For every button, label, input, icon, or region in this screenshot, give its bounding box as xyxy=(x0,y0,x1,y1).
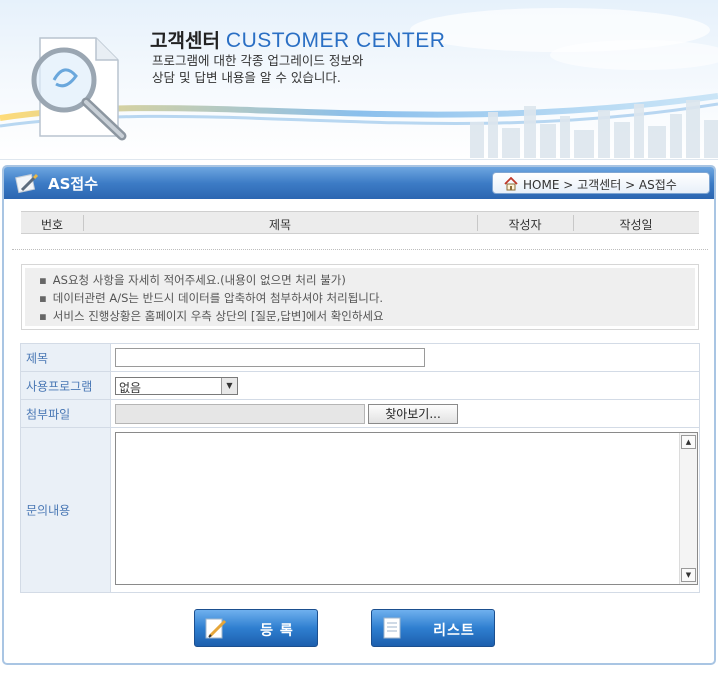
scroll-up-arrow-icon[interactable]: ▲ xyxy=(681,435,696,449)
dotted-divider xyxy=(12,249,708,250)
content-textarea[interactable]: ▲ ▼ xyxy=(115,432,698,585)
attachment-path-field[interactable] xyxy=(115,404,365,424)
title-label: 제목 xyxy=(21,344,111,371)
form-row-title: 제목 xyxy=(21,344,699,372)
browse-button[interactable]: 찾아보기... xyxy=(368,404,458,424)
banner-title: 고객센터 CUSTOMER CENTER xyxy=(150,26,445,53)
content-label: 문의내용 xyxy=(21,428,111,592)
home-icon[interactable] xyxy=(503,177,519,191)
program-select-value: 없음 xyxy=(119,381,142,395)
notice-item: 서비스 진행상황은 홈페이지 우측 상단의 [질문,답변]에서 확인하세요 xyxy=(39,307,695,325)
attachment-label: 첨부파일 xyxy=(21,400,111,427)
as-request-panel: AS접수 HOME > 고객센터 > AS접수 번호 제목 작성자 작성일 AS… xyxy=(2,165,716,665)
panel-title: AS접수 xyxy=(48,175,99,193)
list-button[interactable]: 리스트 xyxy=(371,609,495,647)
breadcrumb: HOME > 고객센터 > AS접수 xyxy=(492,172,710,194)
register-button[interactable]: 등 록 xyxy=(194,609,318,647)
form-row-program: 사용프로그램 없음 ▼ xyxy=(21,372,699,400)
scroll-down-arrow-icon[interactable]: ▼ xyxy=(681,568,696,582)
textarea-scrollbar[interactable]: ▲ ▼ xyxy=(679,433,697,584)
breadcrumb-path[interactable]: HOME > 고객센터 > AS접수 xyxy=(523,178,677,192)
title-input[interactable] xyxy=(115,348,425,367)
col-title: 제목 xyxy=(268,218,292,232)
customer-center-banner: 고객센터 CUSTOMER CENTER 프로그램에 대한 각종 업그레이드 정보… xyxy=(0,0,718,160)
program-label: 사용프로그램 xyxy=(21,372,111,399)
document-magnifier-icon xyxy=(31,37,127,141)
as-request-form: 제목 사용프로그램 없음 ▼ 첨부파일 찾아보기... 문의내용 ▲ ▼ xyxy=(20,343,700,593)
notice-list: AS요청 사항을 자세히 적어주세요.(내용이 없으면 처리 불가) 데이터관련… xyxy=(25,268,695,326)
list-button-label: 리스트 xyxy=(433,623,475,639)
banner-title-english: CUSTOMER CENTER xyxy=(225,29,446,52)
col-author: 작성자 xyxy=(508,218,542,232)
form-row-content: 문의내용 ▲ ▼ xyxy=(21,428,699,592)
banner-desc-line-2: 상담 및 답변 내용을 알 수 있습니다. xyxy=(152,70,341,85)
note-pen-icon xyxy=(15,173,39,194)
pencil-note-icon xyxy=(205,618,227,639)
banner-desc-line-1: 프로그램에 대한 각종 업그레이드 정보와 xyxy=(152,53,364,68)
program-select[interactable]: 없음 ▼ xyxy=(115,377,238,395)
col-date: 작성일 xyxy=(619,218,653,232)
notice-box: AS요청 사항을 자세히 적어주세요.(내용이 없으면 처리 불가) 데이터관련… xyxy=(21,264,699,330)
chevron-down-icon[interactable]: ▼ xyxy=(221,378,237,394)
notice-item: AS요청 사항을 자세히 적어주세요.(내용이 없으면 처리 불가) xyxy=(39,271,695,289)
notice-item: 데이터관련 A/S는 반드시 데이터를 압축하여 첨부하셔야 처리됩니다. xyxy=(39,289,695,307)
col-number: 번호 xyxy=(40,218,64,232)
form-row-attachment: 첨부파일 찾아보기... xyxy=(21,400,699,428)
document-list-icon xyxy=(383,617,401,639)
banner-title-korean: 고객센터 xyxy=(150,30,220,52)
panel-header: AS접수 HOME > 고객센터 > AS접수 xyxy=(4,167,714,199)
list-header: 번호 제목 작성자 작성일 xyxy=(21,211,699,234)
banner-description: 프로그램에 대한 각종 업그레이드 정보와 상담 및 답변 내용을 알 수 있습… xyxy=(152,52,363,86)
register-button-label: 등 록 xyxy=(260,623,294,639)
